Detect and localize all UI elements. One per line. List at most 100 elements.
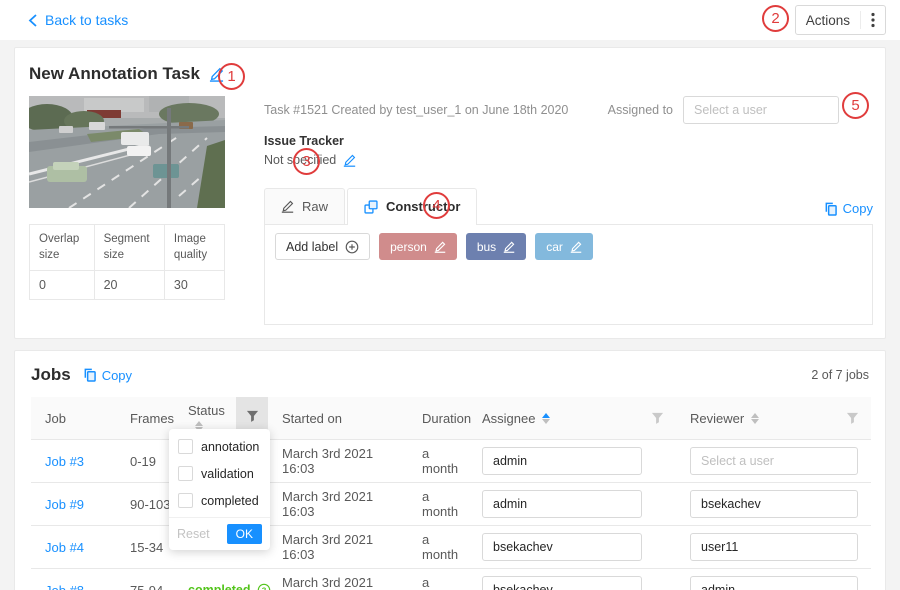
filter-footer: Reset OK: [169, 517, 270, 550]
status-badge: completed ?: [188, 583, 268, 590]
filter-ok-button[interactable]: OK: [227, 524, 262, 544]
filter-option-completed[interactable]: completed: [169, 487, 270, 514]
traffic-scene-graphic: [29, 96, 225, 208]
duration-cell: a month: [408, 483, 468, 526]
frames-cell: 0-19: [116, 440, 174, 483]
filter-option-annotation[interactable]: annotation: [169, 433, 270, 460]
label-chip-bus[interactable]: bus: [466, 233, 526, 260]
svg-text:?: ?: [261, 586, 266, 590]
jobs-table-header-row: Job Frames Status Started on Duration As…: [31, 397, 871, 440]
copy-icon: [83, 368, 96, 382]
job-reviewer-input[interactable]: [690, 533, 858, 561]
sort-carets-reviewer[interactable]: [751, 413, 759, 424]
job-link[interactable]: Job #9: [45, 497, 84, 512]
col-header-frames[interactable]: Frames: [116, 397, 174, 440]
checkbox-validation[interactable]: [178, 466, 193, 481]
back-to-tasks-link[interactable]: Back to tasks: [28, 12, 128, 28]
label-bus-name: bus: [477, 240, 496, 254]
assignee-filter-button[interactable]: [651, 412, 664, 425]
job-reviewer-input[interactable]: [690, 447, 858, 475]
job-reviewer-input[interactable]: [690, 576, 858, 590]
jobs-count: 2 of 7 jobs: [811, 368, 869, 382]
edit-label-icon[interactable]: [570, 241, 582, 253]
edit-label-icon[interactable]: [503, 241, 515, 253]
frames-cell: 15-34: [116, 526, 174, 569]
started-cell: March 3rd 2021 16:03: [268, 440, 408, 483]
assigned-to-label: Assigned to: [608, 103, 673, 117]
callout-5: 5: [842, 92, 869, 119]
col-header-assignee[interactable]: Assignee: [468, 397, 676, 440]
labels-tabs: Raw Constructor Copy: [264, 188, 873, 225]
table-row: Job #9 90-103 March 3rd 2021 16:03 a mon…: [31, 483, 871, 526]
label-car-name: car: [546, 240, 563, 254]
block-icon: [364, 200, 378, 214]
param-header-quality: Image quality: [164, 225, 224, 271]
duration-cell: a month: [408, 440, 468, 483]
checkbox-completed[interactable]: [178, 493, 193, 508]
col-header-started[interactable]: Started on: [268, 397, 408, 440]
col-header-reviewer[interactable]: Reviewer: [676, 397, 871, 440]
started-cell: March 3rd 2021 16:03: [268, 526, 408, 569]
task-meta-text: Task #1521 Created by test_user_1 on Jun…: [264, 103, 608, 117]
job-link[interactable]: Job #8: [45, 583, 84, 590]
jobs-title: Jobs: [31, 365, 71, 385]
callout-4: 4: [423, 192, 450, 219]
task-title-row: New Annotation Task: [29, 64, 224, 84]
labels-constructor-panel: Add label person bus: [264, 225, 873, 325]
jobs-copy-link[interactable]: Copy: [83, 368, 132, 383]
task-assignee-input[interactable]: [683, 96, 839, 124]
actions-label: Actions: [806, 13, 850, 28]
actions-button[interactable]: Actions: [795, 5, 886, 35]
jobs-header: Jobs Copy 2 of 7 jobs: [31, 365, 869, 385]
job-assignee-input[interactable]: [482, 533, 642, 561]
label-chip-person[interactable]: person: [379, 233, 457, 260]
started-cell: March 3rd 2021 16:03: [268, 569, 408, 590]
job-link[interactable]: Job #4: [45, 540, 84, 555]
task-details-card: New Annotation Task: [14, 47, 886, 339]
table-row: Job #3 0-19 March 3rd 2021 16:03 a month: [31, 440, 871, 483]
label-chip-car[interactable]: car: [535, 233, 593, 260]
param-header-overlap: Overlap size: [30, 225, 95, 271]
job-assignee-input[interactable]: [482, 576, 642, 590]
tab-raw[interactable]: Raw: [264, 188, 345, 224]
param-header-segment: Segment size: [94, 225, 164, 271]
chevron-left-icon: [28, 14, 37, 27]
task-meta-row: Task #1521 Created by test_user_1 on Jun…: [264, 96, 873, 124]
edit-issue-tracker-icon[interactable]: [343, 154, 356, 167]
labels-copy-label: Copy: [843, 201, 873, 216]
copy-icon: [824, 202, 837, 216]
task-detail-page: Back to tasks Actions New Annotation Tas…: [0, 0, 900, 590]
job-link[interactable]: Job #3: [45, 454, 84, 469]
col-header-duration[interactable]: Duration: [408, 397, 468, 440]
filter-reset-button[interactable]: Reset: [177, 527, 210, 541]
question-circle-icon[interactable]: ?: [257, 583, 271, 590]
task-info-column: Task #1521 Created by test_user_1 on Jun…: [264, 96, 873, 124]
reviewer-filter-button[interactable]: [846, 412, 859, 425]
plus-circle-icon: [345, 240, 359, 254]
callout-2: 2: [762, 5, 789, 32]
filter-option-validation[interactable]: validation: [169, 460, 270, 487]
more-vertical-icon: [871, 12, 875, 28]
task-preview-image: [29, 96, 225, 208]
checkbox-annotation[interactable]: [178, 439, 193, 454]
job-assignee-input[interactable]: [482, 490, 642, 518]
sort-carets-assignee[interactable]: [542, 413, 550, 424]
button-divider: [860, 11, 861, 29]
duration-cell: a month: [408, 569, 468, 590]
back-to-tasks-label: Back to tasks: [45, 12, 128, 28]
jobs-table: Job Frames Status Started on Duration As…: [31, 397, 871, 590]
add-label-button[interactable]: Add label: [275, 233, 370, 260]
table-row: Job #8 75-94 completed ? March 3rd 2021 …: [31, 569, 871, 590]
param-value-overlap: 0: [30, 271, 95, 300]
labels-copy-link[interactable]: Copy: [824, 201, 873, 224]
callout-1: 1: [218, 63, 245, 90]
col-header-job[interactable]: Job: [31, 397, 116, 440]
frames-cell: 90-103: [116, 483, 174, 526]
task-title: New Annotation Task: [29, 64, 200, 84]
param-value-quality: 30: [164, 271, 224, 300]
tab-constructor[interactable]: Constructor: [347, 188, 477, 224]
job-assignee-input[interactable]: [482, 447, 642, 475]
job-reviewer-input[interactable]: [690, 490, 858, 518]
edit-label-icon[interactable]: [434, 241, 446, 253]
tab-raw-label: Raw: [302, 199, 328, 214]
